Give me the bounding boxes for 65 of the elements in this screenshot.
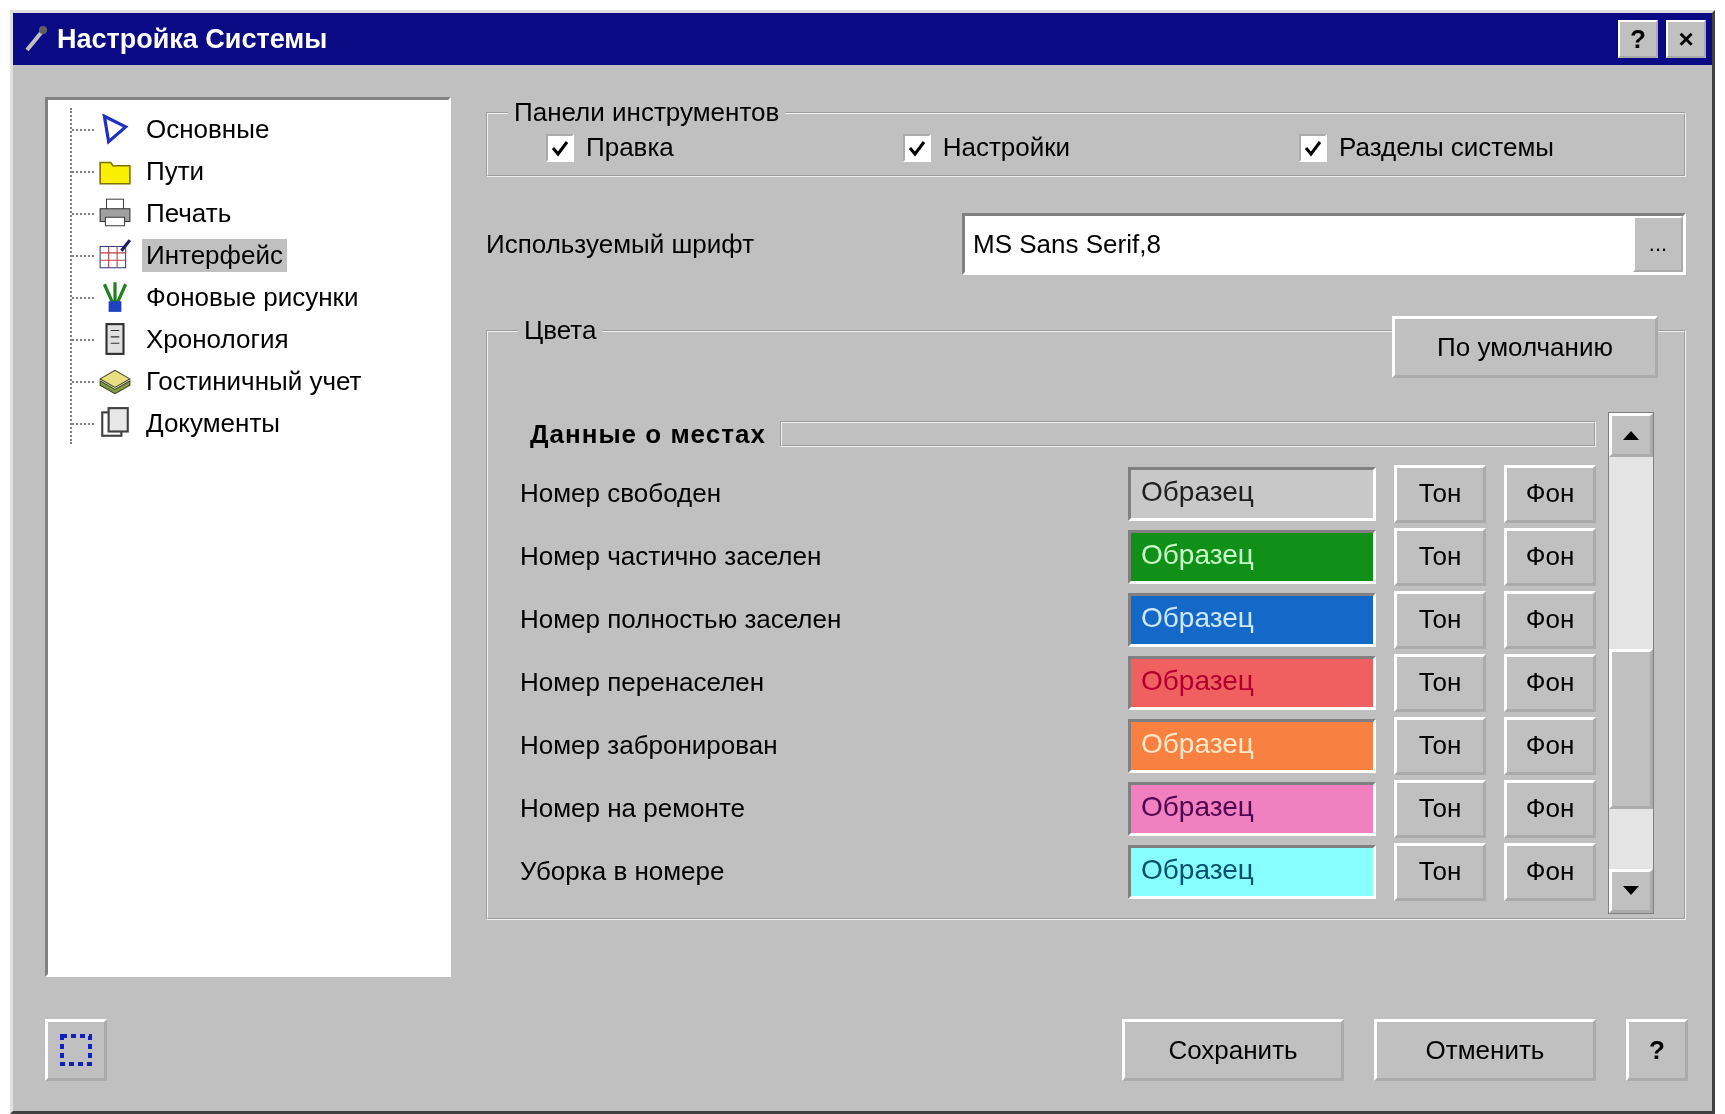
color-label: Уборка в номере	[519, 856, 726, 887]
sample-text: Образец	[1141, 475, 1254, 507]
sample-text: Образец	[1141, 538, 1254, 570]
tree-item[interactable]: Основные	[142, 112, 274, 146]
text-color-button[interactable]: Тон	[1394, 653, 1486, 712]
color-label: Номер перенаселен	[519, 667, 766, 698]
text-color-button[interactable]: Тон	[1394, 464, 1486, 523]
text-color-button[interactable]: Тон	[1394, 590, 1486, 649]
help-button[interactable]: ?	[1626, 1019, 1688, 1081]
browse-button[interactable]: ...	[1633, 216, 1683, 272]
sample-text: Образец	[1141, 664, 1254, 696]
checkbox[interactable]	[546, 133, 574, 162]
check-icon	[907, 138, 926, 157]
background-color-button[interactable]: Фон	[1504, 590, 1596, 649]
checkbox-label: Разделы системы	[1339, 132, 1554, 163]
color-label: Номер полностью заселен	[519, 604, 843, 635]
checkbox-label: Правка	[586, 132, 674, 163]
sample-text: Образец	[1141, 790, 1254, 822]
up-arrow-icon[interactable]	[1623, 430, 1639, 440]
background-color-button[interactable]: Фон	[1504, 779, 1596, 838]
sample-text: Образец	[1141, 601, 1254, 633]
tree-item[interactable]: Документы	[142, 406, 285, 440]
font-field[interactable]: MS Sans Serif,8 ...	[962, 213, 1686, 275]
check-icon	[1304, 138, 1322, 157]
down-arrow-icon[interactable]	[1623, 886, 1639, 896]
window-title: Настройка Системы	[57, 23, 329, 55]
text-color-button[interactable]: Тон	[1394, 842, 1486, 901]
cancel-button[interactable]: Отменить	[1374, 1019, 1596, 1081]
sample-text: Образец	[1141, 853, 1254, 885]
group-title: Цвета	[523, 315, 598, 346]
background-color-button[interactable]: Фон	[1504, 716, 1596, 775]
text-color-button[interactable]: Тон	[1394, 527, 1486, 586]
app-icon	[23, 24, 49, 54]
background-color-button[interactable]: Фон	[1504, 527, 1596, 586]
document-icon	[98, 406, 132, 440]
checkbox[interactable]	[902, 133, 931, 162]
color-label: Номер частично заселен	[519, 541, 823, 572]
group-title: Панели инструментов	[513, 97, 781, 128]
tree-item[interactable]: Пути	[142, 154, 209, 188]
section-heading: Данные о местах	[529, 418, 766, 450]
selection-button[interactable]	[45, 1019, 107, 1081]
save-button[interactable]: Сохранить	[1122, 1019, 1344, 1081]
color-label: Номер свободен	[519, 478, 722, 509]
scrollbar[interactable]	[1608, 412, 1654, 914]
tree-item[interactable]: Интерфейс	[142, 238, 287, 272]
background-color-button[interactable]: Фон	[1504, 842, 1596, 901]
checkbox[interactable]	[1299, 133, 1327, 162]
close-button[interactable]: ×	[1666, 20, 1706, 58]
background-color-button[interactable]: Фон	[1504, 464, 1596, 523]
text-color-button[interactable]: Тон	[1394, 716, 1486, 775]
default-button[interactable]: По умолчанию	[1392, 316, 1658, 378]
background-color-button[interactable]: Фон	[1504, 653, 1596, 712]
tree-item[interactable]: Гостиничный учет	[142, 364, 366, 398]
dotted-rectangle-icon	[59, 1033, 93, 1067]
tree-item[interactable]: Фоновые рисунки	[142, 280, 363, 314]
font-label: Используемый шрифт	[486, 228, 756, 260]
color-label: Номер на ремонте	[519, 793, 746, 824]
check-icon	[551, 138, 569, 157]
text-color-button[interactable]: Тон	[1394, 779, 1486, 838]
help-button[interactable]: ?	[1618, 20, 1658, 58]
color-label: Номер забронирован	[519, 730, 779, 761]
checkbox-label: Настройки	[942, 132, 1071, 163]
tree-item[interactable]: Печать	[142, 196, 236, 230]
sample-text: Образец	[1141, 727, 1254, 759]
tree-item[interactable]: Хронология	[142, 322, 293, 356]
